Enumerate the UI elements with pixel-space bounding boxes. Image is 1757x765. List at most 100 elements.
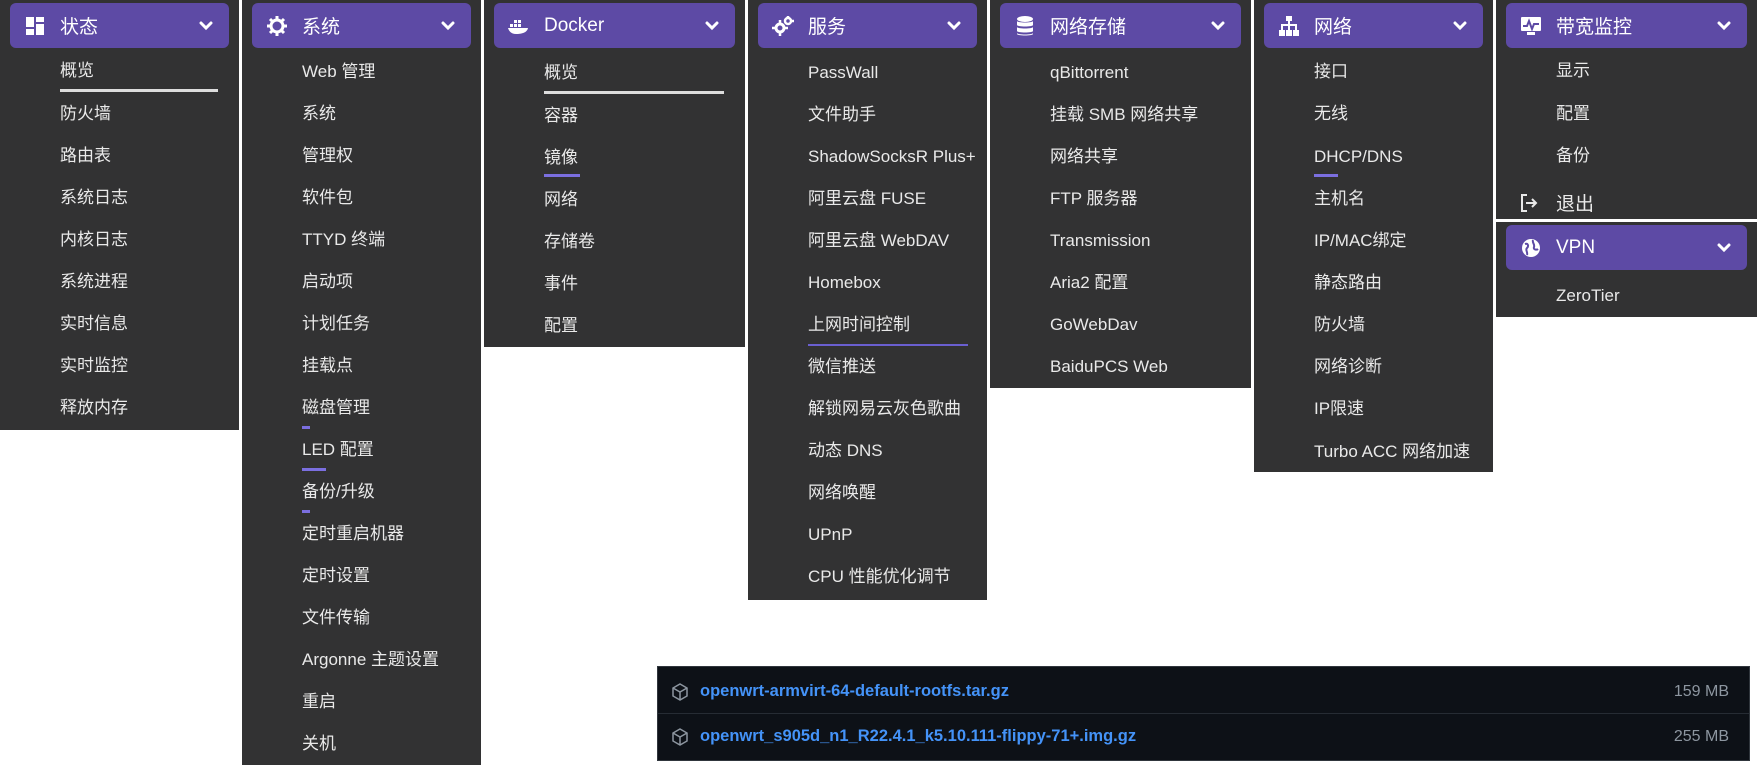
- chevron-down-icon[interactable]: [945, 17, 963, 35]
- network-item-interfaces[interactable]: 接口: [1314, 61, 1348, 83]
- dashboard-icon: [24, 15, 46, 37]
- docker-menu-title: Docker: [544, 14, 605, 36]
- nas-item-share[interactable]: 网络共享: [1050, 146, 1118, 168]
- docker-item-config[interactable]: 配置: [544, 315, 578, 337]
- services-item-upnp[interactable]: UPnP: [808, 524, 852, 546]
- chevron-down-icon[interactable]: [1715, 239, 1733, 257]
- network-menu: 网络 接口 无线 DHCP/DNS 主机名 IP/MAC绑定 静态路由 防火墙 …: [1254, 0, 1493, 472]
- package-icon: [670, 727, 690, 747]
- nas-item-transmission[interactable]: Transmission: [1050, 230, 1150, 252]
- system-item-shutdown[interactable]: 关机: [302, 733, 336, 755]
- services-item-aliyun-webdav[interactable]: 阿里云盘 WebDAV: [808, 230, 949, 252]
- bandwidth-item-display[interactable]: 显示: [1556, 60, 1590, 82]
- chevron-down-icon[interactable]: [1451, 17, 1469, 35]
- vpn-menu-header[interactable]: VPN: [1506, 225, 1747, 270]
- vpn-item-zerotier[interactable]: ZeroTier: [1556, 285, 1620, 307]
- docker-menu-header[interactable]: Docker: [494, 3, 735, 48]
- status-item-realtime-monitor[interactable]: 实时监控: [60, 355, 128, 377]
- network-item-ipmac[interactable]: IP/MAC绑定: [1314, 230, 1407, 252]
- chevron-down-icon[interactable]: [1209, 17, 1227, 35]
- logout-row[interactable]: 退出: [1518, 189, 1594, 216]
- services-item-unblock-netease[interactable]: 解锁网易云灰色歌曲: [808, 398, 961, 420]
- nas-item-aria2[interactable]: Aria2 配置: [1050, 272, 1128, 294]
- asset-row[interactable]: openwrt-armvirt-64-default-rootfs.tar.gz…: [658, 670, 1749, 713]
- nas-menu-title: 网络存储: [1050, 17, 1127, 38]
- status-item-syslog[interactable]: 系统日志: [60, 187, 128, 209]
- status-item-routes[interactable]: 路由表: [60, 145, 111, 167]
- system-item-system[interactable]: 系统: [302, 103, 336, 125]
- bandwidth-item-config[interactable]: 配置: [1556, 103, 1590, 125]
- services-item-homebox[interactable]: Homebox: [808, 272, 881, 294]
- services-menu-header[interactable]: 服务: [758, 3, 977, 48]
- services-item-wechat-push[interactable]: 微信推送: [808, 356, 876, 378]
- services-item-cpu-perf[interactable]: CPU 性能优化调节: [808, 566, 951, 588]
- system-item-reboot-schedule[interactable]: 定时重启机器: [302, 523, 404, 545]
- network-item-dhcp-dns[interactable]: DHCP/DNS: [1314, 146, 1403, 168]
- nas-item-qbittorrent[interactable]: qBittorrent: [1050, 62, 1128, 84]
- system-item-cron[interactable]: 计划任务: [302, 313, 370, 335]
- chevron-down-icon[interactable]: [197, 17, 215, 35]
- asset-row[interactable]: openwrt_s905d_n1_R22.4.1_k5.10.111-flipp…: [658, 715, 1749, 758]
- system-item-ttyd[interactable]: TTYD 终端: [302, 229, 385, 251]
- network-menu-header[interactable]: 网络: [1264, 3, 1483, 48]
- chevron-down-icon[interactable]: [1715, 17, 1733, 35]
- network-item-hostnames[interactable]: 主机名: [1314, 188, 1365, 210]
- system-item-startup[interactable]: 启动项: [302, 271, 353, 293]
- docker-item-images[interactable]: 镜像: [544, 147, 578, 169]
- services-item-file-assistant[interactable]: 文件助手: [808, 104, 876, 126]
- system-item-timing[interactable]: 定时设置: [302, 565, 370, 587]
- vpn-menu-title: VPN: [1556, 236, 1596, 258]
- status-menu: 状态 概览 防火墙 路由表 系统日志 内核日志 系统进程 实时信息 实时监控 释…: [0, 0, 239, 430]
- system-menu-title: 系统: [302, 17, 341, 38]
- system-item-led[interactable]: LED 配置: [302, 439, 374, 461]
- docker-item-containers[interactable]: 容器: [544, 105, 578, 127]
- nas-item-ftp[interactable]: FTP 服务器: [1050, 188, 1138, 210]
- nas-item-gowebdav[interactable]: GoWebDav: [1050, 314, 1138, 336]
- chevron-down-icon[interactable]: [439, 17, 457, 35]
- services-item-ddns[interactable]: 动态 DNS: [808, 440, 883, 462]
- docker-menu: Docker 概览 容器 镜像 网络 存储卷 事件 配置: [484, 0, 745, 347]
- status-item-firewall[interactable]: 防火墙: [60, 103, 111, 125]
- system-item-packages[interactable]: 软件包: [302, 187, 353, 209]
- services-item-passwall[interactable]: PassWall: [808, 62, 878, 84]
- network-item-ip-limit[interactable]: IP限速: [1314, 398, 1364, 420]
- system-item-backup[interactable]: 备份/升级: [302, 481, 375, 503]
- nas-item-baidupcs[interactable]: BaiduPCS Web: [1050, 356, 1168, 378]
- system-item-web-admin[interactable]: Web 管理: [302, 61, 375, 83]
- docker-item-networks[interactable]: 网络: [544, 189, 578, 211]
- system-item-reboot[interactable]: 重启: [302, 691, 336, 713]
- services-item-aliyun-fuse[interactable]: 阿里云盘 FUSE: [808, 188, 926, 210]
- bandwidth-item-backup[interactable]: 备份: [1556, 145, 1590, 167]
- status-item-realtime-info[interactable]: 实时信息: [60, 313, 128, 335]
- status-item-free-memory[interactable]: 释放内存: [60, 397, 128, 419]
- docker-item-volumes[interactable]: 存储卷: [544, 231, 595, 253]
- network-item-turbo-acc[interactable]: Turbo ACC 网络加速: [1314, 441, 1470, 463]
- asset-filename-link[interactable]: openwrt-armvirt-64-default-rootfs.tar.gz: [700, 682, 1674, 701]
- status-item-kernel-log[interactable]: 内核日志: [60, 229, 128, 251]
- system-menu-header[interactable]: 系统: [252, 3, 471, 48]
- nas-menu-header[interactable]: 网络存储: [1000, 3, 1241, 48]
- services-item-wol[interactable]: 网络唤醒: [808, 482, 876, 504]
- network-item-static-routes[interactable]: 静态路由: [1314, 272, 1382, 294]
- system-item-disk[interactable]: 磁盘管理: [302, 397, 370, 419]
- system-item-mounts[interactable]: 挂载点: [302, 355, 353, 377]
- logout-icon: [1518, 192, 1540, 214]
- nas-item-smb-mount[interactable]: 挂载 SMB 网络共享: [1050, 104, 1198, 126]
- docker-item-overview[interactable]: 概览: [544, 62, 578, 84]
- status-item-overview[interactable]: 概览: [60, 60, 94, 82]
- status-menu-header[interactable]: 状态: [10, 3, 229, 48]
- network-item-firewall[interactable]: 防火墙: [1314, 314, 1365, 336]
- system-item-file-transfer[interactable]: 文件传输: [302, 607, 370, 629]
- network-item-wireless[interactable]: 无线: [1314, 103, 1348, 125]
- chevron-down-icon[interactable]: [703, 17, 721, 35]
- asset-filename-link[interactable]: openwrt_s905d_n1_R22.4.1_k5.10.111-flipp…: [700, 727, 1674, 746]
- services-item-time-control[interactable]: 上网时间控制: [808, 314, 910, 336]
- docker-item-events[interactable]: 事件: [544, 273, 578, 295]
- system-item-admin[interactable]: 管理权: [302, 145, 353, 167]
- nas-menu: 网络存储 qBittorrent 挂载 SMB 网络共享 网络共享 FTP 服务…: [990, 0, 1251, 388]
- system-item-argon[interactable]: Argonne 主题设置: [302, 649, 439, 671]
- bandwidth-menu-header[interactable]: 带宽监控: [1506, 3, 1747, 48]
- status-item-processes[interactable]: 系统进程: [60, 271, 128, 293]
- network-item-diagnostics[interactable]: 网络诊断: [1314, 356, 1382, 378]
- services-item-ssr-plus[interactable]: ShadowSocksR Plus+: [808, 146, 976, 168]
